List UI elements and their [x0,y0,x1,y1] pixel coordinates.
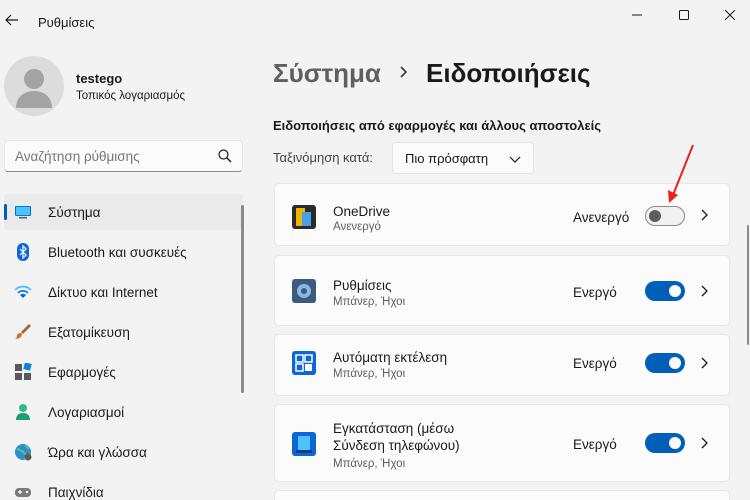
sort-value: Πιο πρόσφατη [405,151,489,166]
brush-icon [15,324,31,339]
user-icon [16,69,52,108]
chevron-down-icon [509,156,521,163]
globe-icon [15,444,32,461]
close-button[interactable] [707,0,750,30]
sidebar-item-label: Παιχνίδια [48,485,104,500]
toggle-state-label: Ενεργό [573,356,617,371]
page-title: Ειδοποιήσεις [426,58,591,88]
app-name: Εγκατάσταση (μέσω [333,421,455,436]
close-icon [725,10,735,20]
app-subtitle: Μπάνερ, Ήχοι [333,458,406,470]
account-icon [16,404,30,420]
app-subtitle: Μπάνερ, Ήχοι [333,296,406,308]
back-arrow-icon [5,14,18,26]
apps-icon [15,363,32,380]
app-notification-row-autoplay[interactable]: Αυτόματη εκτέλεση Μπάνερ, Ήχοι Ενεργό [274,334,730,396]
toggle-knob [669,285,681,297]
main-scrollbar[interactable] [747,225,749,345]
sidebar-item-gaming[interactable]: Παιχνίδια [4,474,243,500]
sort-dropdown[interactable]: Πιο πρόσφατη [392,142,534,174]
autoplay-icon [292,351,316,375]
active-indicator [4,204,7,220]
section-title: Ειδοποιήσεις από εφαρμογές και άλλους απ… [273,118,602,133]
back-button[interactable] [0,6,24,34]
maximize-button[interactable] [661,0,707,30]
settings-gear-icon [292,279,316,303]
app-notification-row-phone-link[interactable]: Εγκατάσταση (μέσω Σύνδεση τηλεφώνου) Μπά… [274,404,730,482]
app-name: Ρυθμίσεις [333,278,392,293]
chevron-right-icon[interactable] [700,284,710,298]
sidebar-item-label: Ώρα και γλώσσα [48,445,147,460]
app-name-line2: Σύνδεση τηλεφώνου) [333,438,460,453]
maximize-icon [679,10,689,20]
account-type: Τοπικός λογαριασμός [76,90,186,102]
app-name: OneDrive [333,204,391,219]
app-subtitle: Ανενεργό [333,221,381,233]
notification-toggle[interactable] [645,281,685,301]
sidebar-item-label: Bluetooth και συσκευές [48,245,187,260]
app-notification-row-settings[interactable]: Ρυθμίσεις Μπάνερ, Ήχοι Ενεργό [274,255,730,326]
chevron-right-icon [400,66,408,78]
sidebar-item-label: Εφαρμογές [48,365,116,380]
sidebar-item-personalization[interactable]: Εξατομίκευση [4,314,243,350]
sort-label: Ταξινόμηση κατά: [273,150,373,165]
sidebar-scrollbar[interactable] [241,205,244,393]
chevron-right-icon[interactable] [700,436,710,450]
toggle-state-label: Ενεργό [573,285,617,300]
notification-toggle[interactable] [645,433,685,453]
system-icon [15,206,31,219]
onedrive-icon [292,205,316,229]
minimize-button[interactable] [614,0,660,30]
chevron-right-icon[interactable] [700,208,710,222]
sidebar-item-network[interactable]: Δίκτυο και Internet [4,274,243,310]
annotation-arrow-icon [668,144,694,203]
app-notification-row-partial[interactable] [274,490,730,500]
sidebar-item-label: Δίκτυο και Internet [48,285,158,300]
sidebar-item-system[interactable]: Σύστημα [4,194,243,230]
sidebar-item-accounts[interactable]: Λογαριασμοί [4,394,243,430]
sidebar-item-label: Λογαριασμοί [48,405,125,420]
sidebar-item-label: Σύστημα [48,205,101,220]
toggle-knob [669,437,681,449]
phone-link-icon [292,432,316,456]
sidebar-item-time-language[interactable]: Ώρα και γλώσσα [4,434,243,470]
app-title: Ρυθμίσεις [38,15,95,30]
toggle-knob [669,357,681,369]
notification-toggle[interactable] [645,353,685,373]
toggle-knob [649,210,661,222]
sidebar-item-apps[interactable]: Εφαρμογές [4,354,243,390]
app-subtitle: Μπάνερ, Ήχοι [333,368,406,380]
gamepad-icon [15,488,31,497]
user-name: testego [76,71,123,86]
title-bar: Ρυθμίσεις [0,0,750,40]
sidebar-item-bluetooth[interactable]: Bluetooth και συσκευές [4,234,243,270]
minimize-icon [632,14,642,16]
sidebar-item-label: Εξατομίκευση [48,325,130,340]
app-name: Αυτόματη εκτέλεση [333,350,448,365]
avatar[interactable] [4,56,64,116]
bluetooth-icon [17,243,29,261]
search-input[interactable] [4,140,243,172]
wifi-icon [14,285,32,298]
toggle-state-label: Ενεργό [573,437,617,452]
toggle-state-label: Ανενεργό [573,210,630,225]
chevron-right-icon[interactable] [700,356,710,370]
search-icon[interactable] [217,148,233,164]
breadcrumb-parent[interactable]: Σύστημα [273,58,381,89]
